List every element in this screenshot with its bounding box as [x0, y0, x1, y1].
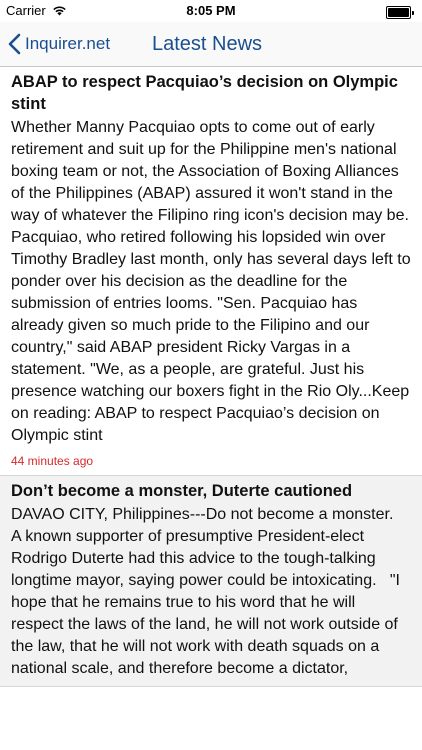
- screen: Carrier 8:05 PM Inquirer.net Latest News…: [0, 0, 422, 750]
- list-item[interactable]: Don’t become a monster, Duterte cautione…: [0, 476, 422, 687]
- article-timestamp: 44 minutes ago: [11, 454, 94, 468]
- chevron-left-icon: [8, 33, 21, 55]
- status-time: 8:05 PM: [186, 3, 236, 18]
- back-button-label: Inquirer.net: [25, 34, 111, 53]
- page-title: Latest News: [152, 33, 263, 55]
- back-button[interactable]: Inquirer.net: [8, 22, 110, 66]
- navigation-bar: Inquirer.net Latest News: [0, 22, 422, 67]
- battery-fill: [388, 8, 409, 17]
- news-list[interactable]: ABAP to respect Pacquiao’s decision on O…: [0, 67, 422, 750]
- list-item[interactable]: ABAP to respect Pacquiao’s decision on O…: [0, 67, 422, 476]
- battery-tip: [412, 10, 414, 15]
- article-body: Whether Manny Pacquiao opts to come out …: [11, 119, 416, 444]
- battery-body: [386, 6, 411, 19]
- status-bar: Carrier 8:05 PM: [0, 0, 422, 22]
- article-body: DAVAO CITY, Philippines---Do not become …: [11, 506, 406, 677]
- article-title: Don’t become a monster, Duterte cautione…: [11, 482, 353, 500]
- battery-icon: [386, 6, 414, 19]
- article-title: ABAP to respect Pacquiao’s decision on O…: [11, 73, 398, 113]
